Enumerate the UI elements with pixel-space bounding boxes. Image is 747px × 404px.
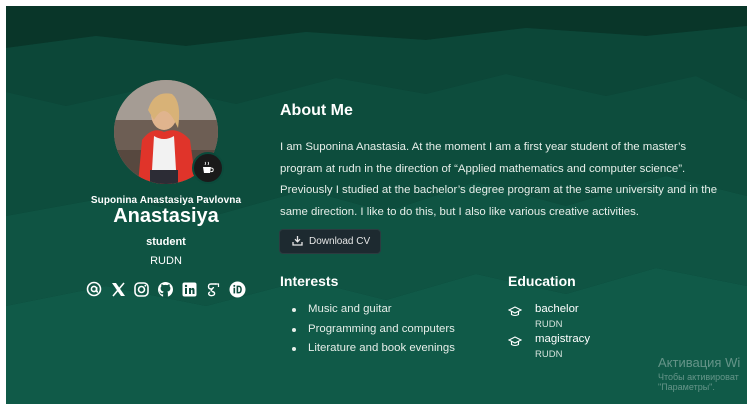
avatar-container — [114, 80, 224, 184]
social-links — [86, 279, 246, 299]
watermark-line-2: Чтобы активироват — [658, 372, 739, 382]
education-degree: magistracy — [535, 333, 591, 345]
interests-heading: Interests — [280, 273, 339, 289]
download-cv-button[interactable]: Download CV — [279, 229, 381, 254]
list-item: Literature and book evenings — [290, 339, 455, 359]
interests-list: Music and guitar Programming and compute… — [290, 300, 455, 359]
coffee-cup-icon — [192, 152, 224, 184]
orcid-icon[interactable] — [229, 281, 246, 298]
watermark-line-1: Активация Wi — [658, 355, 741, 370]
graduation-cap-icon — [507, 335, 523, 347]
linkedin-icon[interactable] — [181, 281, 198, 298]
about-paragraph: I am Suponina Anastasia. At the moment I… — [280, 141, 718, 218]
education-school: RUDN — [535, 349, 563, 360]
github-icon[interactable] — [157, 281, 174, 298]
instagram-icon[interactable] — [134, 281, 151, 298]
list-item: Music and guitar — [290, 300, 455, 320]
page-frame: Suponina Anastasiya Pavlovna Anastasiya … — [6, 6, 747, 404]
watermark-line-3: "Параметры". — [658, 382, 715, 392]
list-item: Programming and computers — [290, 320, 455, 340]
education-degree: bachelor — [535, 303, 579, 315]
email-icon[interactable] — [86, 281, 103, 298]
download-icon — [292, 235, 303, 249]
google-scholar-icon[interactable] — [205, 281, 222, 298]
windows-activation-watermark: Активация Wi Чтобы активироват "Параметр… — [658, 355, 747, 392]
x-twitter-icon[interactable] — [110, 281, 127, 298]
profile-first-name: Anastasiya — [113, 205, 219, 227]
download-cv-label: Download CV — [309, 236, 371, 247]
profile-role: student — [146, 236, 186, 248]
education-school: RUDN — [535, 319, 563, 330]
profile-organization: RUDN — [150, 255, 182, 267]
education-heading: Education — [508, 273, 576, 289]
about-heading: About Me — [280, 102, 353, 119]
graduation-cap-icon — [507, 305, 523, 317]
